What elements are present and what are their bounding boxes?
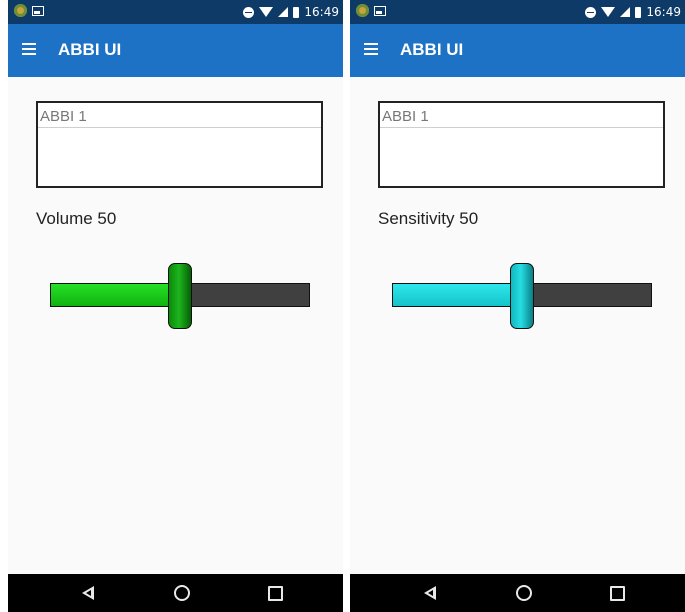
recents-icon[interactable]	[265, 583, 285, 603]
app-notification-icon	[14, 4, 27, 17]
app-title: ABBI UI	[400, 40, 464, 59]
slider-fill	[51, 284, 181, 306]
device-name-value: ABBI 1	[40, 108, 87, 125]
home-icon[interactable]	[514, 583, 534, 603]
field-divider	[380, 127, 663, 128]
hamburger-menu-icon[interactable]	[362, 38, 384, 62]
navigation-bar	[350, 574, 685, 612]
back-icon[interactable]	[421, 583, 441, 603]
slider-fill	[393, 284, 523, 306]
status-bar: 16:49	[350, 0, 685, 24]
device-name-field[interactable]: ABBI 1	[36, 101, 323, 188]
status-time: 16:49	[304, 5, 339, 19]
sensitivity-slider[interactable]	[392, 263, 654, 329]
phone-screen-sensitivity: 16:49 ABBI UI ABBI 1 Sensitivity 50	[350, 0, 685, 612]
battery-icon	[293, 6, 300, 18]
volume-slider[interactable]	[50, 263, 312, 329]
battery-icon	[635, 6, 642, 18]
cell-signal-icon	[278, 7, 289, 17]
app-title: ABBI UI	[58, 40, 122, 59]
status-bar: 16:49	[8, 0, 343, 24]
volume-label: Volume 50	[36, 209, 117, 228]
image-notification-icon	[374, 5, 386, 16]
app-bar: ABBI UI	[350, 24, 685, 77]
do-not-disturb-icon	[243, 6, 255, 18]
slider-thumb[interactable]	[168, 263, 192, 329]
sensitivity-label: Sensitivity 50	[378, 209, 479, 228]
cell-signal-icon	[620, 7, 631, 17]
wifi-icon	[259, 7, 274, 17]
device-name-value: ABBI 1	[382, 108, 429, 125]
image-notification-icon	[32, 5, 44, 16]
status-time: 16:49	[646, 5, 681, 19]
navigation-bar	[8, 574, 343, 612]
do-not-disturb-icon	[585, 6, 597, 18]
phone-screen-volume: 16:49 ABBI UI ABBI 1 Volume 50	[8, 0, 343, 612]
slider-thumb[interactable]	[510, 263, 534, 329]
hamburger-menu-icon[interactable]	[20, 38, 42, 62]
field-divider	[38, 127, 321, 128]
recents-icon[interactable]	[607, 583, 627, 603]
back-icon[interactable]	[79, 583, 99, 603]
app-bar: ABBI UI	[8, 24, 343, 77]
device-name-field[interactable]: ABBI 1	[378, 101, 665, 188]
wifi-icon	[601, 7, 616, 17]
app-notification-icon	[356, 4, 369, 17]
home-icon[interactable]	[172, 583, 192, 603]
